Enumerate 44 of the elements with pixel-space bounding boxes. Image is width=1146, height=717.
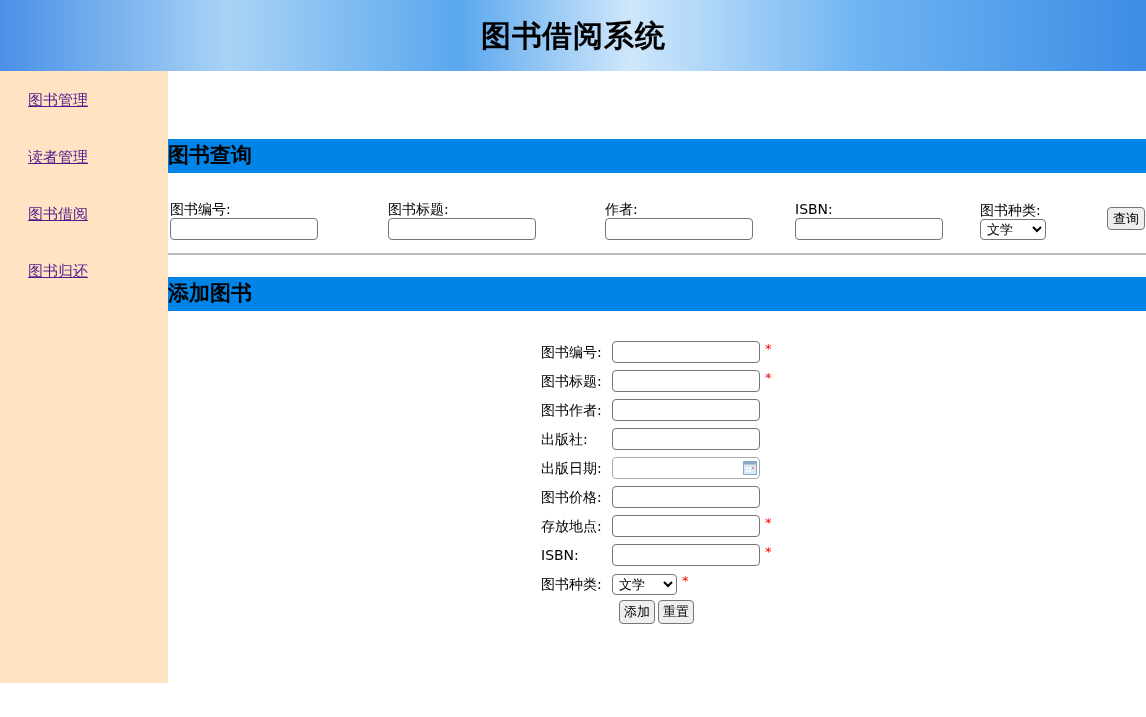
sidebar-link[interactable]: 读者管理 <box>28 148 88 167</box>
category-select[interactable]: 文学 <box>612 573 677 595</box>
field-label: 图书标题: <box>388 201 450 218</box>
field-label: ISBN: <box>795 201 834 218</box>
field-label: 出版社: <box>541 429 589 449</box>
input-field[interactable] <box>612 399 760 421</box>
field-label: 图书编号: <box>170 201 232 218</box>
input-field[interactable] <box>612 370 760 392</box>
input-field[interactable] <box>170 218 318 240</box>
input-field[interactable] <box>612 515 760 537</box>
field-label: 出版日期: <box>541 458 603 478</box>
input-field[interactable] <box>388 218 536 240</box>
field-label: 存放地点: <box>541 516 603 536</box>
sidebar-link[interactable]: 图书管理 <box>28 91 88 110</box>
required-mark: * <box>765 369 772 387</box>
category-select[interactable]: 文学 <box>980 219 1046 240</box>
field-label: 图书标题: <box>541 371 603 391</box>
input-field[interactable] <box>612 428 760 450</box>
section-heading: 图书查询 <box>168 142 252 170</box>
sidebar-link[interactable]: 图书借阅 <box>28 205 88 224</box>
field-label: 图书种类: <box>541 574 603 594</box>
input-field[interactable] <box>612 544 760 566</box>
input-field[interactable] <box>612 486 760 508</box>
input-field[interactable] <box>612 341 760 363</box>
required-mark: * <box>682 572 689 590</box>
form-button[interactable]: 添加 <box>619 600 655 624</box>
date-field[interactable] <box>612 457 760 479</box>
required-mark: * <box>765 340 772 358</box>
required-mark: * <box>765 514 772 532</box>
input-field[interactable] <box>795 218 943 240</box>
required-mark: * <box>765 543 772 561</box>
field-label: 图书价格: <box>541 487 603 507</box>
site-title: 图书借阅系统 <box>480 17 666 55</box>
query-button[interactable]: 查询 <box>1107 207 1145 230</box>
section-heading: 添加图书 <box>168 280 252 308</box>
field-label: 图书作者: <box>541 400 603 420</box>
field-label: ISBN: <box>541 545 580 565</box>
field-label: 作者: <box>605 201 639 218</box>
field-label: 图书编号: <box>541 342 603 362</box>
calendar-icon[interactable] <box>743 461 757 475</box>
field-label: 图书种类: <box>980 202 1042 219</box>
input-field[interactable] <box>605 218 753 240</box>
form-button[interactable]: 重置 <box>658 600 694 624</box>
sidebar-link[interactable]: 图书归还 <box>28 262 88 281</box>
